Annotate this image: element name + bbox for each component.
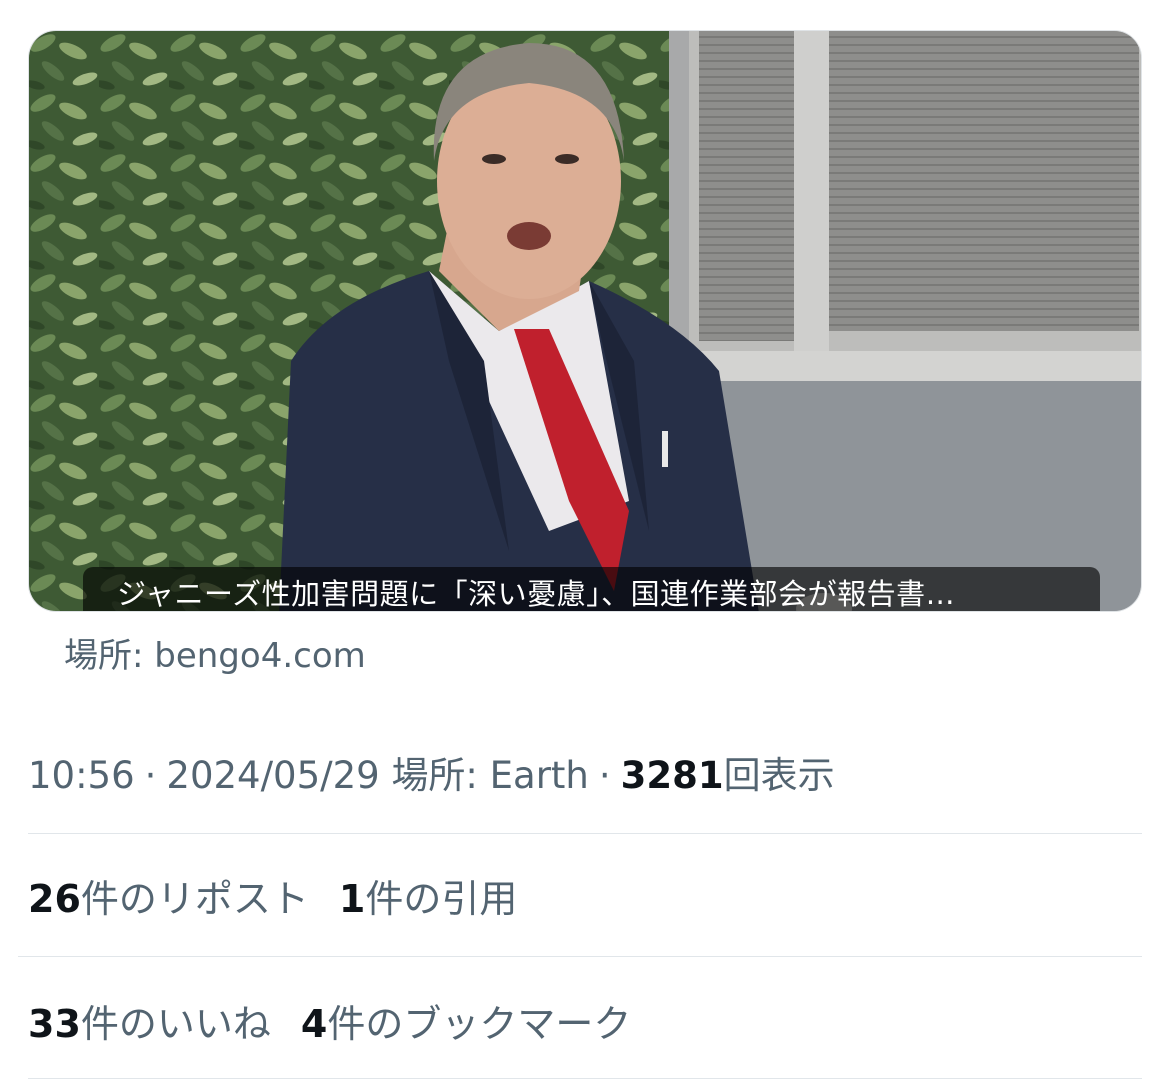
meta-separator: · [598, 754, 611, 797]
reposts-label: 件のリポスト [80, 877, 309, 921]
views-label: 回表示 [723, 754, 835, 797]
reposts-count: 26 [28, 877, 81, 921]
likes-link[interactable]: 33件のいいね [28, 993, 271, 1048]
bookmarks-link[interactable]: 4件のブックマーク [301, 993, 631, 1048]
reposts-link[interactable]: 26件のリポスト [28, 868, 309, 923]
likes-count: 33 [28, 1002, 81, 1046]
bookmarks-count: 4 [300, 1002, 328, 1046]
divider [28, 1078, 1142, 1079]
divider [18, 956, 1142, 957]
link-card[interactable]: ジャニーズ性加害問題に「深い憂慮」、国連作業部会が報告書… [28, 30, 1142, 612]
quotes-count: 1 [338, 877, 366, 921]
link-card-image [29, 31, 1141, 611]
divider [28, 833, 1142, 834]
quotes-link[interactable]: 1件の引用 [339, 868, 517, 923]
quotes-label: 件の引用 [365, 877, 518, 921]
post-location: 場所: Earth [391, 754, 589, 797]
post-time[interactable]: 10:56 [28, 754, 135, 797]
link-card-headline: ジャニーズ性加害問題に「深い憂慮」、国連作業部会が報告書… [83, 567, 1100, 611]
meta-separator: · [144, 754, 157, 797]
likes-label: 件のいいね [80, 1002, 271, 1046]
bookmarks-label: 件のブックマーク [327, 1002, 632, 1046]
post-date[interactable]: 2024/05/29 [166, 754, 379, 797]
link-source[interactable]: 場所: bengo4.com [64, 628, 366, 677]
post-meta: 10:56 · 2024/05/29 場所: Earth · 3281回表示 [28, 745, 835, 799]
engagement-row-1: 26件のリポスト 1件の引用 [28, 868, 517, 923]
views-count: 3281 [620, 754, 724, 797]
engagement-row-2: 33件のいいね 4件のブックマーク [28, 993, 631, 1048]
